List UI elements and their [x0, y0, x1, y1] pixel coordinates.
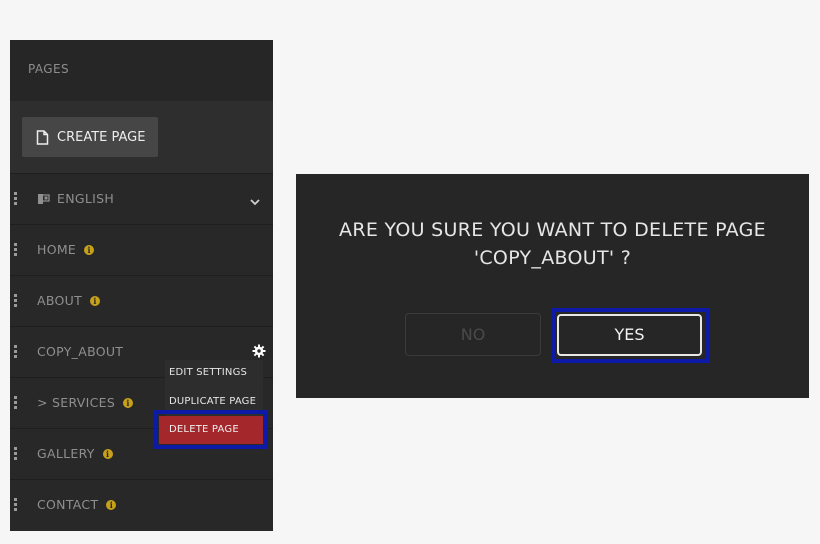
no-button[interactable]: NO: [405, 313, 541, 356]
info-icon[interactable]: i: [84, 245, 95, 255]
page-label-contact: CONTACT: [37, 497, 99, 512]
drag-handle-icon[interactable]: [14, 345, 17, 359]
page-item-label: HOME i: [37, 242, 95, 257]
info-icon[interactable]: i: [106, 500, 117, 510]
dialog-message-line1: ARE YOU SURE YOU WANT TO DELETE PAGE: [339, 219, 766, 241]
create-page-label: CREATE PAGE: [57, 129, 146, 145]
page-item-label: CONTACT i: [37, 497, 117, 512]
page-item-home[interactable]: HOME i: [10, 224, 273, 275]
panel-header: PAGES: [10, 40, 273, 101]
info-icon[interactable]: i: [90, 296, 101, 306]
drag-handle-icon[interactable]: [14, 498, 17, 512]
drag-handle-icon[interactable]: [14, 294, 17, 308]
info-icon[interactable]: i: [123, 398, 134, 408]
chevron-down-icon[interactable]: [249, 192, 261, 211]
create-area: CREATE PAGE: [10, 101, 273, 173]
page-context-menu: EDIT SETTINGS DUPLICATE PAGE: [165, 360, 263, 418]
yes-button[interactable]: YES: [557, 314, 702, 356]
create-page-button[interactable]: CREATE PAGE: [22, 117, 158, 157]
page-label-home: HOME: [37, 242, 77, 257]
info-icon[interactable]: i: [102, 449, 113, 459]
menu-item-delete-page[interactable]: DELETE PAGE: [159, 416, 263, 444]
page-item-about[interactable]: ABOUT i: [10, 275, 273, 326]
page-icon: [36, 129, 49, 145]
dialog-message-line2: 'COPY_ABOUT' ?: [473, 247, 632, 269]
page-item-label: > SERVICES i: [37, 395, 134, 410]
language-selector[interactable]: ENGLISH: [10, 173, 273, 224]
dialog-message: ARE YOU SURE YOU WANT TO DELETE PAGE 'CO…: [296, 216, 809, 272]
drag-handle-icon[interactable]: [14, 447, 17, 461]
drag-handle-icon[interactable]: [14, 243, 17, 257]
page-label-copy-about: COPY_ABOUT: [37, 344, 124, 359]
page-label-gallery: GALLERY: [37, 446, 95, 461]
flag-icon: [37, 193, 51, 208]
confirm-dialog: ARE YOU SURE YOU WANT TO DELETE PAGE 'CO…: [296, 174, 809, 398]
page-item-label: GALLERY i: [37, 446, 113, 461]
drag-handle-icon[interactable]: [14, 192, 17, 206]
menu-item-duplicate-page[interactable]: DUPLICATE PAGE: [165, 389, 270, 415]
page-item-contact[interactable]: CONTACT i: [10, 479, 273, 531]
page-label-services: > SERVICES: [37, 395, 116, 410]
drag-handle-icon[interactable]: [14, 396, 17, 410]
delete-page-label: DELETE PAGE: [169, 424, 239, 435]
language-text: ENGLISH: [57, 191, 115, 206]
language-label: ENGLISH: [37, 191, 114, 208]
pages-panel: PAGES CREATE PAGE ENGLISH HOME i ABOUT i…: [10, 40, 273, 531]
panel-title: PAGES: [28, 62, 69, 76]
page-label-about: ABOUT: [37, 293, 83, 308]
page-item-label: ABOUT i: [37, 293, 101, 308]
menu-item-edit-settings[interactable]: EDIT SETTINGS: [165, 360, 270, 386]
